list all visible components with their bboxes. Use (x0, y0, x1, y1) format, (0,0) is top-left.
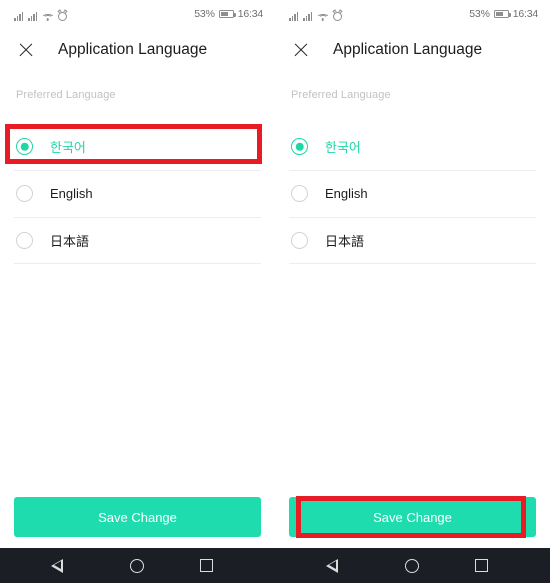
radio-unselected-icon[interactable] (16, 232, 33, 249)
signal-bars-icon-2 (28, 11, 37, 21)
status-bar-left (14, 8, 67, 21)
language-row-korean[interactable]: 한국어 (0, 123, 275, 170)
battery-percent-label: 53% (194, 8, 215, 20)
language-row-japanese[interactable]: 日本語 (275, 217, 550, 264)
status-bar-left (289, 8, 342, 21)
android-nav-bar (275, 548, 550, 583)
clock-label: 16:34 (237, 8, 263, 20)
language-row-japanese[interactable]: 日本語 (0, 217, 275, 264)
alarm-clock-icon (58, 11, 67, 21)
close-x-icon[interactable] (287, 36, 315, 64)
language-list: 한국어 English 日本語 (275, 123, 550, 264)
status-bar-right: 53% 16:34 (469, 8, 538, 20)
phone-screen-right: 53% 16:34 Application Language Preferred… (275, 0, 550, 583)
section-label-preferred-language: Preferred Language (16, 89, 116, 101)
app-bar: Application Language (0, 28, 275, 72)
language-label: 日本語 (50, 234, 90, 249)
language-list: 한국어 English 日本語 (0, 123, 275, 264)
status-bar: 53% 16:34 (275, 0, 550, 28)
alarm-clock-icon (333, 11, 342, 21)
android-nav-bar (0, 548, 275, 583)
screenshot-pair: 53% 16:34 Application Language Preferred… (0, 0, 550, 583)
save-change-button[interactable]: Save Change (289, 497, 536, 537)
status-bar-right: 53% 16:34 (194, 8, 263, 20)
back-triangle-icon[interactable] (51, 558, 74, 573)
language-label: 日本語 (325, 234, 365, 249)
wifi-icon (316, 12, 329, 21)
recents-square-icon[interactable] (200, 559, 213, 572)
section-label-preferred-language: Preferred Language (291, 89, 391, 101)
signal-bars-icon-2 (303, 11, 312, 21)
radio-unselected-icon[interactable] (291, 185, 308, 202)
wifi-icon (41, 12, 54, 21)
language-row-english[interactable]: English (275, 170, 550, 217)
language-label: 한국어 (50, 140, 86, 155)
back-triangle-icon[interactable] (326, 558, 349, 573)
battery-percent-label: 53% (469, 8, 490, 20)
language-row-english[interactable]: English (0, 170, 275, 217)
radio-selected-icon[interactable] (291, 138, 308, 155)
signal-bars-icon (289, 11, 298, 21)
save-change-button[interactable]: Save Change (14, 497, 261, 537)
page-title: Application Language (333, 41, 483, 58)
save-button-container: Save Change (289, 497, 536, 537)
status-bar: 53% 16:34 (0, 0, 275, 28)
battery-icon (218, 10, 236, 18)
close-x-icon[interactable] (12, 36, 40, 64)
clock-label: 16:34 (512, 8, 538, 20)
save-button-container: Save Change (14, 497, 261, 537)
radio-unselected-icon[interactable] (291, 232, 308, 249)
recents-square-icon[interactable] (475, 559, 488, 572)
home-circle-icon[interactable] (405, 558, 419, 573)
language-row-korean[interactable]: 한국어 (275, 123, 550, 170)
language-label: English (325, 186, 368, 201)
radio-selected-icon[interactable] (16, 138, 33, 155)
language-label: English (50, 186, 93, 201)
radio-unselected-icon[interactable] (16, 185, 33, 202)
battery-icon (493, 10, 511, 18)
app-bar: Application Language (275, 28, 550, 72)
phone-screen-left: 53% 16:34 Application Language Preferred… (0, 0, 275, 583)
signal-bars-icon (14, 11, 23, 21)
language-label: 한국어 (325, 140, 361, 155)
page-title: Application Language (58, 41, 208, 58)
home-circle-icon[interactable] (130, 558, 144, 573)
